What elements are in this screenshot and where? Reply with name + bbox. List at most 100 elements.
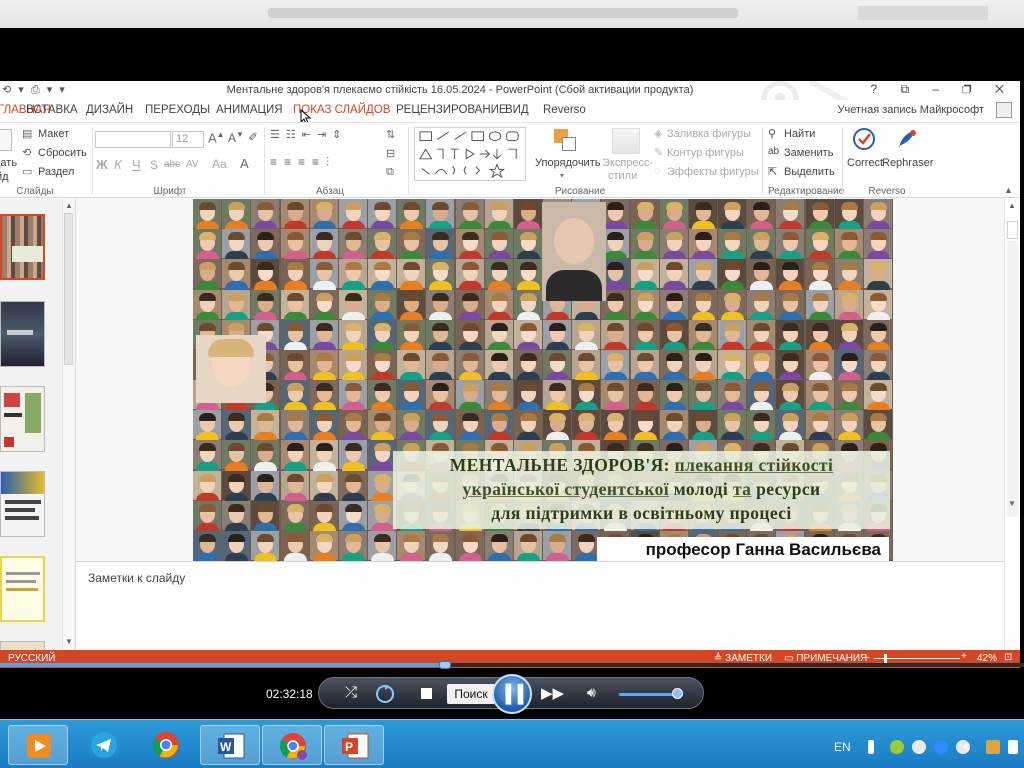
tab-insert[interactable]: ВСТАВКА [26, 104, 78, 116]
volume-icon[interactable]: 🔊︎ [587, 684, 596, 701]
smartart-icon[interactable]: ⧉ [386, 166, 394, 179]
quick-styles-button[interactable]: Экспресс- [602, 157, 653, 169]
taskbar-chrome[interactable] [136, 725, 196, 765]
mosaic-photo [776, 349, 805, 381]
section-button[interactable]: Раздел [38, 166, 74, 178]
usb-icon[interactable] [868, 740, 874, 754]
tray-telegram-icon[interactable] [912, 740, 926, 754]
media-progress-bar[interactable] [0, 661, 1024, 669]
search-button[interactable]: Поиск [447, 684, 495, 704]
mosaic-photo [630, 319, 659, 351]
correct-icon[interactable] [852, 127, 876, 151]
tray-language[interactable]: EN [834, 740, 851, 754]
mosaic-photo [863, 289, 892, 321]
slide-thumbnail[interactable] [0, 214, 45, 280]
taskbar-chrome-profile[interactable] [262, 725, 322, 765]
notes-pane[interactable]: Заметки к слайду [76, 561, 1004, 650]
taskbar-media-player[interactable] [8, 725, 68, 765]
tray-app-green-icon[interactable] [890, 740, 904, 754]
change-case-button[interactable]: Aa [212, 157, 227, 171]
text-direction-icon[interactable]: ⇅ [386, 128, 395, 141]
action-center-icon[interactable] [1008, 740, 1018, 754]
volume-slider-knob[interactable] [671, 688, 683, 699]
mosaic-photo [426, 349, 455, 381]
font-color-icon[interactable]: A [240, 156, 249, 171]
grow-font-icon[interactable]: A▲ [208, 130, 225, 145]
mosaic-photo [688, 199, 717, 230]
shapes-gallery[interactable] [414, 127, 526, 181]
underline-button[interactable]: Ч [132, 157, 141, 172]
italic-button[interactable]: К [114, 157, 122, 172]
zoom-out-icon[interactable]: – [864, 652, 870, 663]
window-controls[interactable]: ? ⧉ – ❐ ✕ [870, 82, 1014, 97]
align-buttons[interactable]: ≡≡≡≡⫶ [270, 155, 336, 170]
char-spacing-button[interactable]: AV [186, 159, 199, 170]
arrange-icon[interactable] [554, 129, 578, 153]
mosaic-photo [368, 229, 397, 261]
shuffle-icon[interactable]: ⤮ [345, 684, 357, 701]
list-buttons[interactable]: ☰☷⇤⇥⇕ [270, 128, 347, 141]
clear-format-icon[interactable]: ✐ [248, 130, 258, 144]
layout-button[interactable]: Макет [38, 128, 69, 140]
slide-thumbnail[interactable] [0, 386, 45, 452]
avatar[interactable] [996, 102, 1012, 118]
align-text-icon[interactable]: ⊟ [386, 147, 395, 160]
collapse-ribbon-icon[interactable]: ▲ [1004, 185, 1013, 195]
replace-button[interactable]: Заменить [784, 147, 833, 159]
correct-button[interactable]: Correct [847, 157, 883, 169]
mosaic-photo [718, 410, 747, 442]
taskbar-word[interactable]: W [200, 725, 260, 765]
taskbar-telegram[interactable] [74, 725, 134, 765]
bold-button[interactable]: Ж [96, 157, 108, 172]
tab-reverso[interactable]: Reverso [543, 104, 586, 116]
mosaic-photo [834, 199, 863, 230]
slide-thumbnail[interactable] [0, 471, 45, 537]
tab-view[interactable]: ВИД [505, 104, 529, 116]
network-icon[interactable] [986, 740, 1000, 754]
media-progress-knob[interactable] [439, 661, 452, 669]
find-button[interactable]: Найти [784, 128, 815, 140]
mosaic-photo [280, 440, 309, 472]
shape-effects-button[interactable]: Эффекты фигуры [667, 166, 759, 178]
fit-to-window-icon[interactable]: ⊡ [1004, 652, 1012, 663]
font-family-select[interactable] [95, 131, 171, 148]
slide-scrollbar[interactable]: ▲ ▼ [1004, 199, 1020, 650]
stop-icon[interactable] [421, 688, 432, 699]
rephraser-icon[interactable] [895, 127, 919, 151]
strike-button[interactable]: abc [164, 159, 180, 170]
shrink-font-icon[interactable]: A▼ [228, 130, 244, 145]
mosaic-photo [543, 319, 572, 351]
mosaic-photo [805, 410, 834, 442]
thumbnails-scrollbar[interactable]: ▲ ▼ [62, 199, 74, 650]
shape-fill-button[interactable]: Заливка фигуры [667, 128, 751, 140]
next-icon[interactable]: ▶▶ [541, 684, 564, 702]
shape-outline-button[interactable]: Контур фигуры [667, 147, 744, 159]
quick-styles-icon[interactable] [612, 128, 640, 154]
reset-button[interactable]: Сбросить [38, 147, 87, 159]
zoom-in-icon[interactable]: + [961, 651, 967, 662]
tab-design[interactable]: ДИЗАЙН [86, 104, 133, 116]
current-slide[interactable]: МЕНТАЛЬНЕ ЗДОРОВ'Я: плекання стійкості у… [193, 199, 893, 561]
rephraser-button[interactable]: Rephraser [882, 157, 933, 169]
slide-thumbnail[interactable] [0, 301, 45, 367]
slide-thumbnail[interactable] [0, 556, 45, 622]
tab-animation[interactable]: АНИМАЦИЯ [216, 104, 283, 116]
repeat-icon[interactable] [375, 684, 395, 704]
select-button[interactable]: Выделить [784, 166, 835, 178]
pause-button[interactable]: ▍▍ [492, 674, 532, 714]
new-slide-icon[interactable] [0, 129, 12, 151]
font-size-select[interactable]: 12 [172, 131, 204, 148]
notes-placeholder[interactable]: Заметки к слайду [88, 571, 185, 585]
zoom-slider-thumb[interactable] [884, 654, 888, 663]
taskbar-powerpoint[interactable]: P [324, 725, 384, 765]
speaker-icon[interactable]: 🔊︎ [963, 741, 975, 753]
tab-transitions[interactable]: ПЕРЕХОДЫ [145, 104, 210, 116]
tab-review[interactable]: РЕЦЕНЗИРОВАНИЕ [396, 104, 507, 116]
arrange-button[interactable]: Упорядочить [535, 157, 600, 169]
account-name[interactable]: Учетная запись Майкрософт [838, 104, 984, 116]
new-slide-label[interactable]: дать [0, 157, 17, 169]
mosaic-photo [426, 199, 455, 230]
mosaic-photo [484, 199, 513, 230]
slide-thumbnail[interactable] [0, 641, 45, 650]
zoom-app-icon[interactable] [934, 740, 948, 754]
